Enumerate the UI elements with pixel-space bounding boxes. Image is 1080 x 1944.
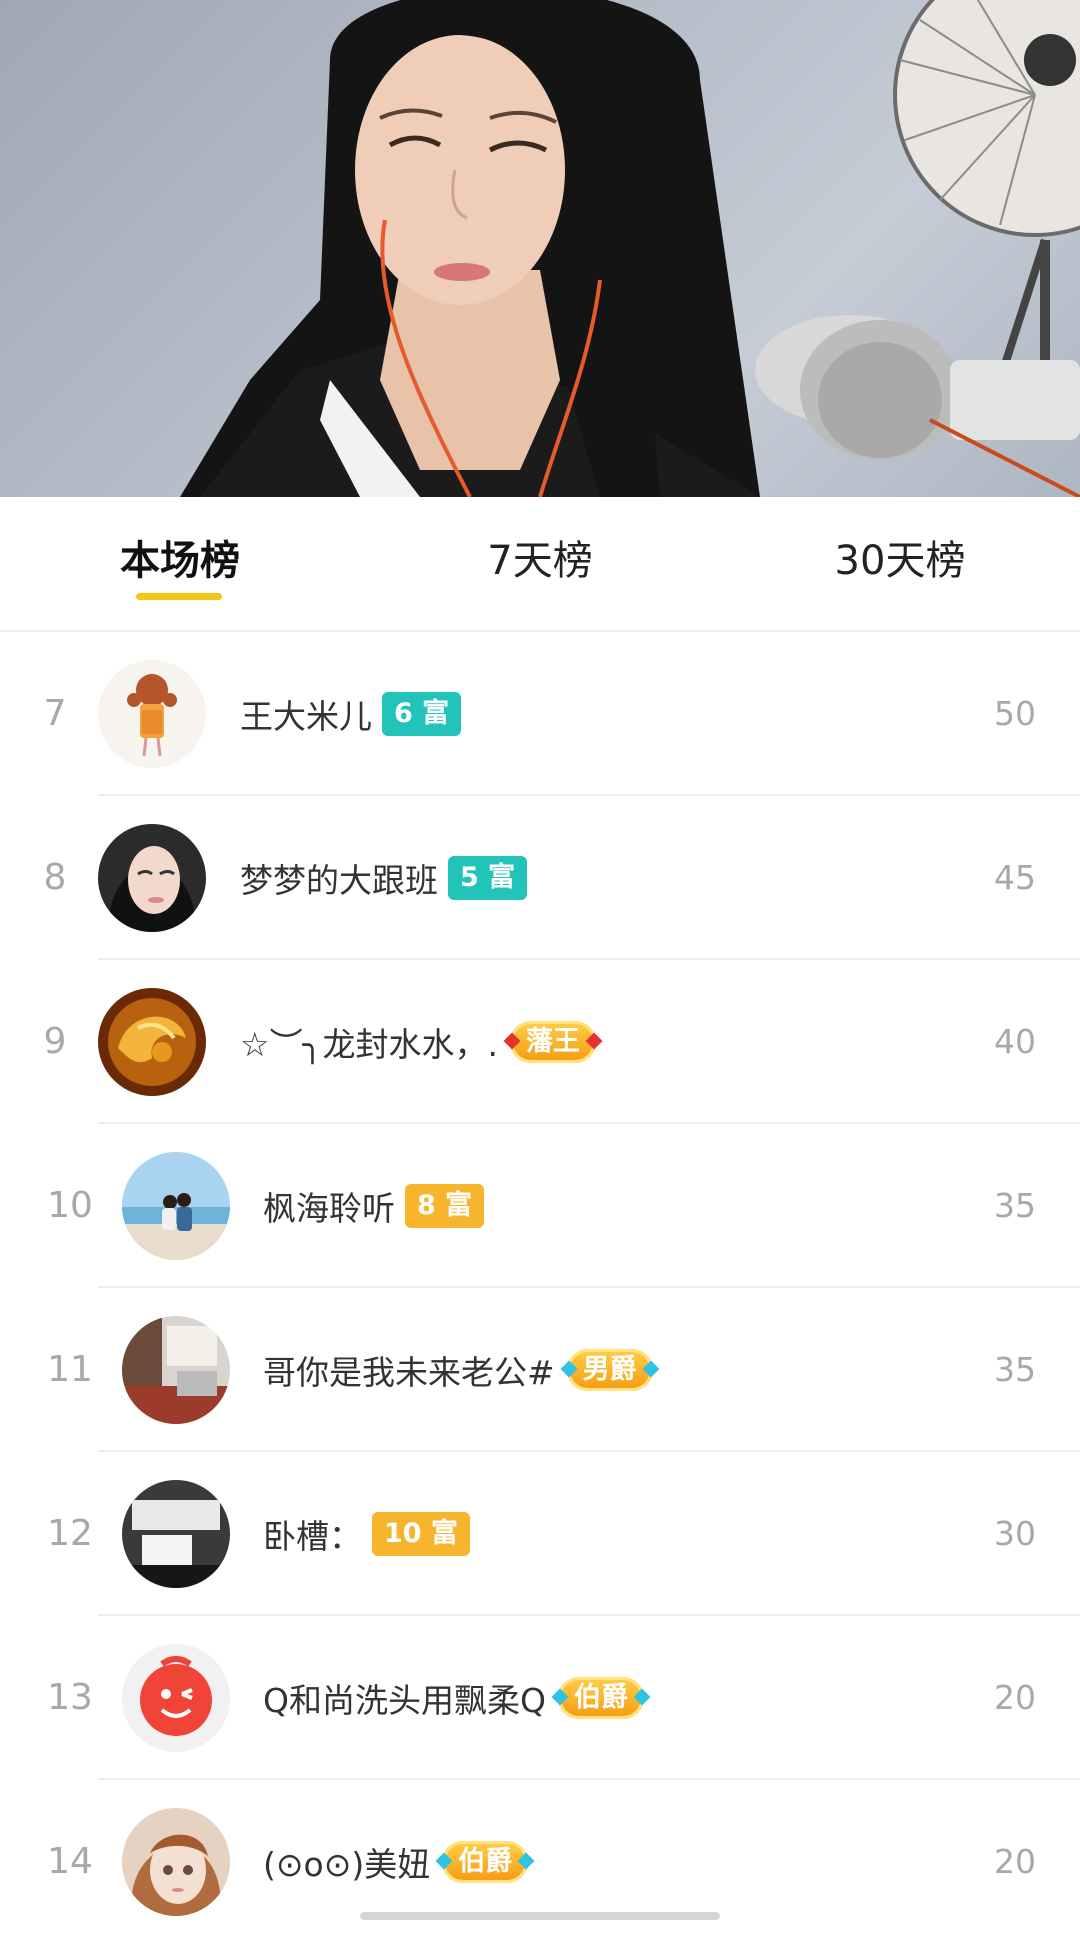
contribution-score: 20: [994, 1842, 1036, 1881]
username: 梦梦的大跟班: [240, 861, 438, 900]
wealth-level-badge: 5 富: [448, 856, 528, 900]
list-item[interactable]: 13 Q和尚洗头用飘柔Q 伯爵 20: [0, 1616, 1080, 1780]
noble-title-badge: 伯爵: [442, 1841, 529, 1883]
contribution-score: 35: [994, 1350, 1036, 1389]
ranking-tabs: 本场榜 7天榜 30天榜: [0, 497, 1080, 632]
username: 哥你是我未来老公#: [263, 1353, 555, 1392]
noble-title-badge: 伯爵: [557, 1677, 644, 1719]
username: 王大米儿: [240, 697, 372, 736]
red-wink-face-avatar-icon[interactable]: [122, 1644, 230, 1752]
beach-couple-avatar-icon[interactable]: [122, 1152, 230, 1260]
active-tab-indicator: [136, 593, 222, 600]
golden-dragon-avatar-icon[interactable]: [98, 988, 206, 1096]
wealth-level-badge: 10 富: [372, 1512, 470, 1556]
contribution-score: 20: [994, 1678, 1036, 1717]
username: 卧槽：: [263, 1517, 362, 1556]
list-item[interactable]: 12 卧槽： 10 富 30: [0, 1452, 1080, 1616]
live-video[interactable]: [0, 0, 1080, 497]
contribution-score: 50: [994, 694, 1036, 733]
list-item[interactable]: 8 梦梦的大跟班 5 富 45: [0, 796, 1080, 960]
list-item[interactable]: 11 哥你是我未来老公# 男爵 35: [0, 1288, 1080, 1452]
username: (⊙o⊙)美妞: [263, 1845, 431, 1884]
rank-number: 14: [47, 1841, 93, 1882]
contribution-score: 40: [994, 1022, 1036, 1061]
ranking-list: 7 王大米儿 6 富 50 8 梦梦的大跟班 5 富 45 9 ☆︶╮龙封水水，…: [0, 632, 1080, 1944]
doll-avatar-icon[interactable]: [122, 1808, 230, 1916]
office-avatar-icon[interactable]: [122, 1480, 230, 1588]
rank-number: 8: [43, 857, 67, 898]
room-avatar-icon[interactable]: [122, 1316, 230, 1424]
username: ☆︶╮龙封水水，.: [240, 1025, 498, 1064]
rank-number: 7: [43, 693, 67, 734]
username: Q和尚洗头用飘柔Q: [263, 1681, 546, 1720]
home-indicator[interactable]: [360, 1912, 720, 1920]
rank-number: 9: [43, 1021, 67, 1062]
cartoon-girl-avatar-icon[interactable]: [98, 660, 206, 768]
selfie-avatar-icon[interactable]: [98, 824, 206, 932]
tab-30-days[interactable]: 30天榜: [825, 531, 975, 591]
list-item[interactable]: 9 ☆︶╮龙封水水，. 藩王 40: [0, 960, 1080, 1124]
rank-number: 10: [47, 1185, 93, 1226]
rank-number: 11: [47, 1349, 93, 1390]
wealth-level-badge: 8 富: [405, 1184, 485, 1228]
microphone-icon: [755, 315, 1080, 497]
noble-title-badge: 男爵: [566, 1349, 653, 1391]
streamer-video-frame: [180, 0, 1080, 497]
list-item[interactable]: 7 王大米儿 6 富 50: [0, 632, 1080, 796]
rank-number: 12: [47, 1513, 93, 1554]
noble-title-badge: 藩王: [509, 1021, 596, 1063]
tab-current-session[interactable]: 本场榜: [110, 531, 250, 591]
wealth-level-badge: 6 富: [382, 692, 462, 736]
rank-number: 13: [47, 1677, 93, 1718]
contribution-score: 30: [994, 1514, 1036, 1553]
tab-7-days[interactable]: 7天榜: [475, 531, 605, 591]
username: 枫海聆听: [263, 1189, 395, 1228]
contribution-score: 45: [994, 858, 1036, 897]
list-item[interactable]: 10 枫海聆听 8 富 35: [0, 1124, 1080, 1288]
contribution-score: 35: [994, 1186, 1036, 1225]
